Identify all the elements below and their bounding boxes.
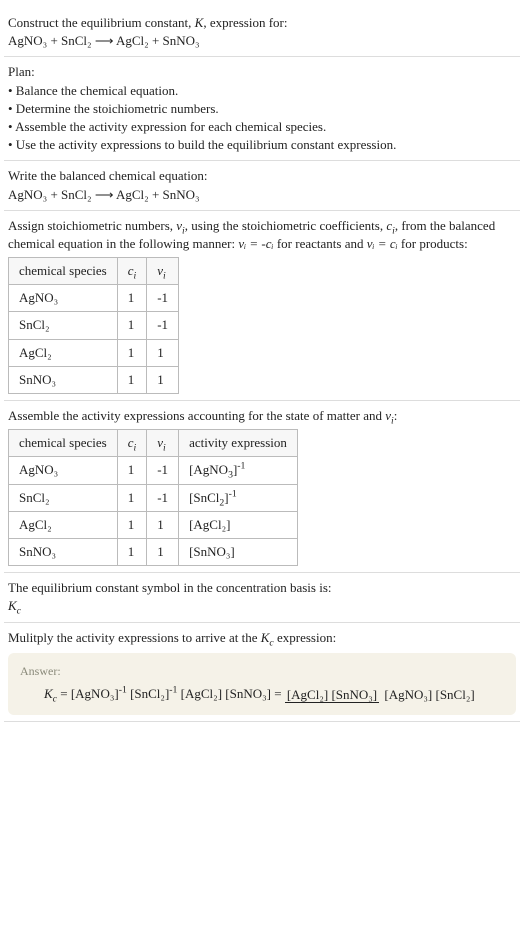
prompt-equation: AgNO₃ + SnCl₂ ⟶ AgCl₂ + SnNO₃ [8,32,516,50]
multiply-heading: Mulitply the activity expressions to arr… [8,629,516,647]
stoich-intro-e: for products: [398,236,468,251]
header-species: chemical species [9,258,118,285]
cell-c: 1 [117,339,147,366]
kc-inline: Kc [261,630,274,645]
stoich-intro: Assign stoichiometric numbers, νi, using… [8,217,516,253]
cell-nu: 1 [147,511,179,538]
cell-nu: 1 [147,366,179,393]
table-row: AgNO₃ 1 -1 [AgNO3]-1 [9,457,298,484]
table-row: SnCl₂ 1 -1 [9,312,179,339]
answer-equation: Kc = [AgNO₃]-1 [SnCl₂]-1 [AgCl₂] [SnNO₃]… [20,685,504,704]
nu-eq-neg-c: νᵢ = -cᵢ [238,236,273,251]
multiply-section: Mulitply the activity expressions to arr… [4,623,520,722]
answer-kc: Kc [44,686,57,701]
symbol-line1: The equilibrium constant symbol in the c… [8,579,516,597]
kc-symbol: Kc [8,597,516,615]
activity-table: chemical species ci νi activity expressi… [8,429,298,566]
table-header-row: chemical species ci νi activity expressi… [9,430,298,457]
term1: [AgNO₃]-1 [71,686,127,701]
cell-c: 1 [117,457,147,484]
nu-i-2: νi [385,408,394,423]
stoich-intro-d: for reactants and [274,236,367,251]
header-nu: νi [147,258,179,285]
nu-i: νi [176,218,185,233]
cell-species: SnCl₂ [9,484,118,511]
cell-species: AgNO₃ [9,285,118,312]
balanced-equation: AgNO₃ + SnCl₂ ⟶ AgCl₂ + SnNO₃ [8,186,516,204]
cell-species: AgCl₂ [9,339,118,366]
cell-c: 1 [117,285,147,312]
term2: [SnCl₂]-1 [130,686,177,701]
stoich-intro-b: , using the stoichiometric coefficients, [185,218,387,233]
prompt-section: Construct the equilibrium constant, K, e… [4,8,520,57]
plan-bullet-3: • Assemble the activity expression for e… [8,118,516,136]
stoich-table: chemical species ci νi AgNO₃ 1 -1 SnCl₂ … [8,257,179,394]
table-row: SnNO₃ 1 1 [SnNO₃] [9,538,298,565]
cell-c: 1 [117,484,147,511]
frac-numerator: [AgCl₂] [SnNO₃] [285,687,379,703]
cell-species: SnNO₃ [9,538,118,565]
cell-nu: -1 [147,285,179,312]
multiply-heading-a: Mulitply the activity expressions to arr… [8,630,261,645]
answer-box: Answer: Kc = [AgNO₃]-1 [SnCl₂]-1 [AgCl₂]… [8,653,516,715]
prompt-text-b: , expression for: [203,15,287,30]
stoich-section: Assign stoichiometric numbers, νi, using… [4,211,520,401]
activity-section: Assemble the activity expressions accoun… [4,401,520,573]
table-row: SnNO₃ 1 1 [9,366,179,393]
eq-sign-2: = [271,686,285,701]
kc-c: c [17,606,21,617]
header-c: ci [117,430,147,457]
header-species: chemical species [9,430,118,457]
term3: [AgCl₂] [181,686,222,701]
activity-heading: Assemble the activity expressions accoun… [8,407,516,425]
plan-section: Plan: • Balance the chemical equation. •… [4,57,520,161]
cell-c: 1 [117,511,147,538]
cell-nu: -1 [147,484,179,511]
prompt-text-a: Construct the equilibrium constant, [8,15,195,30]
activity-heading-a: Assemble the activity expressions accoun… [8,408,385,423]
multiply-heading-b: expression: [274,630,336,645]
cell-nu: -1 [147,457,179,484]
kc-k: K [8,598,17,613]
header-c: ci [117,258,147,285]
plan-bullet-2: • Determine the stoichiometric numbers. [8,100,516,118]
table-row: AgCl₂ 1 1 [AgCl₂] [9,511,298,538]
table-row: SnCl₂ 1 -1 [SnCl2]-1 [9,484,298,511]
balanced-heading: Write the balanced chemical equation: [8,167,516,185]
stoich-intro-a: Assign stoichiometric numbers, [8,218,176,233]
cell-c: 1 [117,538,147,565]
cell-species: AgCl₂ [9,511,118,538]
cell-act: [SnNO₃] [179,538,298,565]
cell-act: [AgCl₂] [179,511,298,538]
header-act: activity expression [179,430,298,457]
cell-nu: -1 [147,312,179,339]
eq-sign-1: = [57,686,71,701]
cell-c: 1 [117,312,147,339]
answer-fraction: [AgCl₂] [SnNO₃] [AgNO₃] [SnCl₂] [285,686,477,704]
plan-heading: Plan: [8,63,516,81]
balanced-section: Write the balanced chemical equation: Ag… [4,161,520,210]
cell-species: SnCl₂ [9,312,118,339]
answer-label: Answer: [20,663,504,680]
symbol-section: The equilibrium constant symbol in the c… [4,573,520,622]
term4: [SnNO₃] [225,686,271,701]
header-nu: νi [147,430,179,457]
table-row: AgCl₂ 1 1 [9,339,179,366]
cell-nu: 1 [147,538,179,565]
frac-denominator: [AgNO₃] [SnCl₂] [382,687,476,702]
cell-species: SnNO₃ [9,366,118,393]
table-header-row: chemical species ci νi [9,258,179,285]
prompt-line1: Construct the equilibrium constant, K, e… [8,14,516,32]
cell-act: [SnCl2]-1 [179,484,298,511]
plan-bullet-4: • Use the activity expressions to build … [8,136,516,154]
cell-species: AgNO₃ [9,457,118,484]
c-i: ci [386,218,395,233]
plan-bullet-1: • Balance the chemical equation. [8,82,516,100]
cell-nu: 1 [147,339,179,366]
table-row: AgNO₃ 1 -1 [9,285,179,312]
nu-eq-c: νᵢ = cᵢ [367,236,398,251]
activity-heading-b: : [394,408,398,423]
cell-act: [AgNO3]-1 [179,457,298,484]
cell-c: 1 [117,366,147,393]
